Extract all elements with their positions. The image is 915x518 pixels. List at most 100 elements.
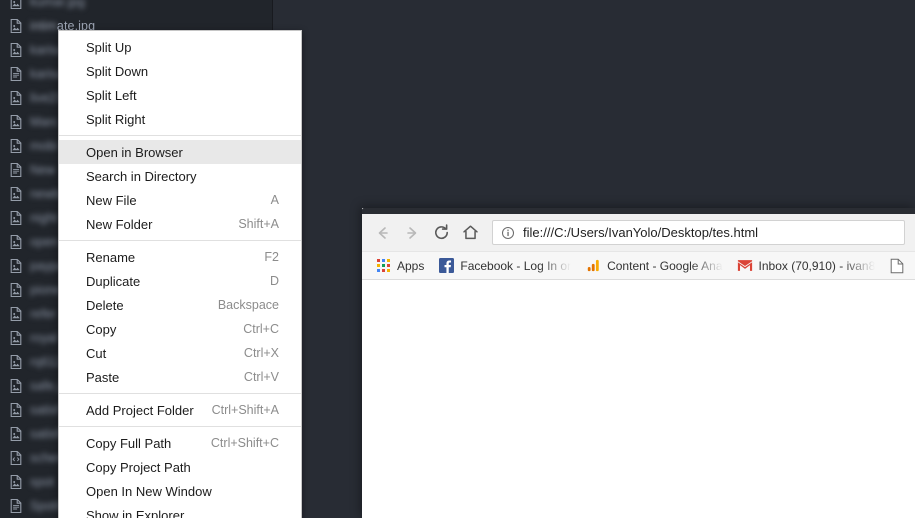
tree-file-name: satisf — [30, 403, 60, 417]
google-analytics-icon — [585, 258, 601, 274]
menu-item-shortcut: Ctrl+Shift+A — [211, 403, 279, 417]
menu-item-shortcut: A — [270, 193, 279, 207]
menu-item-shortcut: Ctrl+X — [243, 346, 279, 360]
menu-item-split-up[interactable]: Split Up — [59, 35, 301, 59]
facebook-icon — [438, 258, 454, 274]
reload-icon[interactable] — [428, 220, 454, 246]
image-file-icon — [8, 258, 24, 274]
menu-item-label: Copy Full Path — [86, 435, 172, 451]
bookmark-label: Apps — [397, 258, 425, 273]
page-icon — [889, 258, 905, 274]
address-bar[interactable]: file:///C:/Users/IvanYolo/Desktop/tes.ht… — [492, 220, 905, 245]
text-file-icon — [8, 162, 24, 178]
tree-file-name: kumar.jpg — [30, 0, 86, 9]
apps-grid-icon — [375, 258, 391, 274]
menu-item-search-in-directory[interactable]: Search in Directory — [59, 164, 301, 188]
bookmark-gmail[interactable]: Inbox (70,910) - ivan8 — [730, 255, 883, 277]
bookmark-google-analytics[interactable]: Content - Google Ana — [578, 255, 729, 277]
menu-separator — [59, 393, 301, 394]
arrow-left-icon[interactable] — [370, 220, 396, 246]
menu-item-label: Paste — [86, 369, 120, 385]
menu-item-open-in-new-window[interactable]: Open In New Window — [59, 479, 301, 503]
tree-file-name: refer — [30, 307, 57, 321]
text-file-icon — [8, 66, 24, 82]
menu-item-copy-project-path[interactable]: Copy Project Path — [59, 455, 301, 479]
menu-item-new-folder[interactable]: New Folder Shift+A — [59, 212, 301, 236]
menu-item-paste[interactable]: Paste Ctrl+V — [59, 365, 301, 389]
bookmarks-bar[interactable]: Apps Facebook - Log In or Content - Goog… — [362, 252, 915, 280]
image-file-icon — [8, 42, 24, 58]
bookmark-page[interactable] — [882, 255, 915, 277]
menu-item-split-down[interactable]: Split Down — [59, 59, 301, 83]
menu-item-split-left[interactable]: Split Left — [59, 83, 301, 107]
tree-file-item[interactable]: kumar.jpg — [0, 0, 272, 14]
menu-item-label: Cut — [86, 345, 107, 361]
menu-item-label: New Folder — [86, 216, 153, 232]
gmail-icon — [737, 258, 753, 274]
menu-item-label: Copy Project Path — [86, 459, 191, 475]
image-file-icon — [8, 234, 24, 250]
browser-toolbar[interactable]: file:///C:/Users/IvanYolo/Desktop/tes.ht… — [362, 214, 915, 252]
bookmark-label: Inbox (70,910) - ivan8 — [758, 258, 876, 273]
menu-item-cut[interactable]: Cut Ctrl+X — [59, 341, 301, 365]
menu-item-label: Duplicate — [86, 273, 141, 289]
tree-file-name: Marc — [30, 115, 59, 129]
menu-item-show-in-explorer[interactable]: Show in Explorer — [59, 503, 301, 518]
menu-item-shortcut: D — [269, 274, 279, 288]
image-file-icon — [8, 306, 24, 322]
image-file-icon — [8, 0, 24, 10]
image-file-icon — [8, 474, 24, 490]
screen-root: kumar.jpg intimate.jpg karisa karisa live23 M… — [0, 0, 915, 518]
menu-item-shortcut: Ctrl+V — [243, 370, 279, 384]
menu-item-copy[interactable]: Copy Ctrl+C — [59, 317, 301, 341]
menu-item-add-project-folder[interactable]: Add Project Folder Ctrl+Shift+A — [59, 398, 301, 422]
menu-item-delete[interactable]: Delete Backspace — [59, 293, 301, 317]
tree-file-name: mobi — [30, 139, 58, 153]
menu-item-label: Split Left — [86, 87, 137, 103]
home-icon[interactable] — [457, 220, 483, 246]
menu-item-shortcut: Backspace — [217, 298, 279, 312]
bookmark-facebook[interactable]: Facebook - Log In or — [431, 255, 578, 277]
image-file-icon — [8, 282, 24, 298]
menu-item-shortcut: F2 — [264, 250, 279, 264]
tree-file-name: spot — [30, 475, 55, 489]
menu-item-rename[interactable]: Rename F2 — [59, 245, 301, 269]
menu-item-duplicate[interactable]: Duplicate D — [59, 269, 301, 293]
menu-item-copy-full-path[interactable]: Copy Full Path Ctrl+Shift+C — [59, 431, 301, 455]
bookmark-apps[interactable]: Apps — [368, 255, 431, 277]
menu-item-split-right[interactable]: Split Right — [59, 107, 301, 131]
menu-item-label: Split Down — [86, 63, 149, 79]
menu-item-label: Delete — [86, 297, 124, 313]
image-file-icon — [8, 138, 24, 154]
menu-item-label: Show in Explorer — [86, 507, 185, 518]
context-menu-body[interactable]: Split Up Split Down Split Left Split Right O… — [59, 35, 301, 518]
image-file-icon — [8, 18, 24, 34]
menu-item-label: Open In New Window — [86, 483, 212, 499]
image-file-icon — [8, 114, 24, 130]
context-menu[interactable]: Split Up Split Down Split Left Split Right O… — [58, 30, 302, 518]
menu-item-shortcut: Ctrl+Shift+C — [210, 436, 279, 450]
script-file-icon — [8, 450, 24, 466]
menu-separator — [59, 135, 301, 136]
menu-item-label: Copy — [86, 321, 117, 337]
image-file-icon — [8, 330, 24, 346]
image-file-icon — [8, 354, 24, 370]
menu-item-new-file[interactable]: New File A — [59, 188, 301, 212]
bookmark-label: Content - Google Ana — [607, 258, 723, 273]
image-file-icon — [8, 378, 24, 394]
bookmark-label: Facebook - Log In or — [460, 258, 572, 273]
menu-item-open-in-browser[interactable]: Open in Browser — [59, 140, 301, 164]
browser-window[interactable]: file:///C:/Users/IvanYolo/Desktop/tes.ht… — [362, 208, 915, 518]
url-text[interactable]: file:///C:/Users/IvanYolo/Desktop/tes.ht… — [523, 225, 758, 240]
arrow-right-icon[interactable] — [399, 220, 425, 246]
image-file-icon — [8, 186, 24, 202]
menu-item-label: Rename — [86, 249, 136, 265]
tree-file-name: night — [30, 211, 58, 225]
tree-file-name: royal — [30, 331, 58, 345]
info-circle-icon[interactable] — [501, 226, 516, 240]
text-file-icon — [8, 498, 24, 514]
menu-item-label: Add Project Folder — [86, 402, 194, 418]
menu-item-label: Open in Browser — [86, 144, 183, 160]
image-file-icon — [8, 90, 24, 106]
menu-item-label: Search in Directory — [86, 168, 197, 184]
